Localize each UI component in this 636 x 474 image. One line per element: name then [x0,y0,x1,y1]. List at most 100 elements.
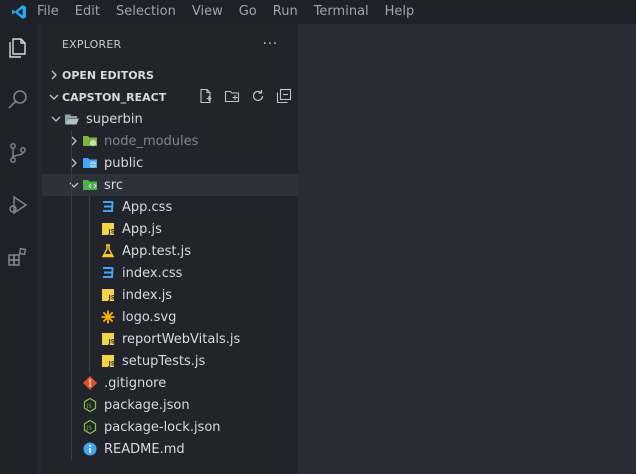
project-section[interactable]: CAPSTON_REACT [42,86,298,108]
menu-terminal[interactable]: Terminal [306,0,377,24]
tree-item-label: App.css [122,199,173,215]
indent-guide [71,240,72,262]
tree-item-label: package.json [104,397,190,413]
indent-guide [71,350,72,372]
extensions-icon[interactable] [4,243,32,271]
tree-file[interactable]: JS reportWebVitals.js [42,328,298,350]
menu-bar: File Edit Selection View Go Run Terminal Help [0,0,636,24]
css-file-icon [100,265,116,281]
run-debug-icon[interactable] [4,191,32,219]
tree-item-label: package-lock.json [104,419,221,435]
tree-folder[interactable]: src [42,174,298,196]
tree-file[interactable]: logo.svg [42,306,298,328]
indent-guide [71,372,72,394]
open-editors-label: OPEN EDITORS [62,68,154,82]
explorer-title: EXPLORER [62,37,122,51]
new-file-icon[interactable] [198,88,214,107]
info-icon [82,441,98,457]
tree-folder[interactable]: public [42,152,298,174]
vscode-logo-icon[interactable] [0,0,37,24]
svg-text:JS: JS [108,338,116,345]
menu-file[interactable]: File [37,0,67,24]
menu-run[interactable]: Run [265,0,306,24]
source-control-icon[interactable] [4,139,32,167]
npm-json-icon: JS [82,419,98,435]
menu-help[interactable]: Help [377,0,423,24]
open-editors-section[interactable]: OPEN EDITORS [42,64,298,86]
activity-bar [0,24,37,474]
tree-folder[interactable]: superbin [42,108,298,130]
chevron-down-icon [48,108,64,130]
indent-guide [89,328,90,350]
indent-guide [71,416,72,438]
indent-guide [89,350,90,372]
new-folder-icon[interactable] [224,88,240,107]
collapse-all-icon[interactable] [276,88,292,107]
js-file-icon: JS [100,331,116,347]
js-file-icon: JS [100,353,116,369]
svg-file-icon [100,309,116,325]
explorer-files-icon[interactable] [4,34,32,62]
indent-guide [71,328,72,350]
chevron-right-icon [66,130,82,152]
tree-file[interactable]: JS package-lock.json [42,416,298,438]
file-tree: superbin node_modulespublic src App.css JS Ap… [42,108,298,460]
tree-file[interactable]: JS App.js [42,218,298,240]
css-file-icon [100,199,116,215]
tree-item-label: .gitignore [104,375,167,391]
tree-item-label: node_modules [104,133,199,149]
tree-item-label: public [104,155,144,171]
tree-file[interactable]: JS setupTests.js [42,350,298,372]
indent-guide [71,262,72,284]
tree-item-label: src [104,177,123,193]
menu-view[interactable]: View [184,0,231,24]
refresh-icon[interactable] [250,88,266,107]
indent-guide [71,438,72,460]
tree-item-label: App.js [122,221,162,237]
menu-selection[interactable]: Selection [108,0,184,24]
tree-folder[interactable]: node_modules [42,130,298,152]
chevron-down-icon [46,92,62,102]
menu-edit[interactable]: Edit [67,0,108,24]
tree-item-label: superbin [86,111,143,127]
tree-item-label: App.test.js [122,243,192,259]
indent-guide [89,240,90,262]
indent-guide [71,152,72,174]
tree-file[interactable]: JS index.js [42,284,298,306]
tree-item-label: index.js [122,287,173,303]
menu-go[interactable]: Go [231,0,265,24]
tree-file[interactable]: index.css [42,262,298,284]
tree-item-label: index.css [122,265,183,281]
chevron-down-icon [66,174,82,196]
editor-area [298,24,636,474]
indent-guide [89,306,90,328]
more-actions-button[interactable]: ··· [263,37,278,52]
tree-file[interactable]: README.md [42,438,298,460]
indent-guide [71,284,72,306]
tree-file[interactable]: App.test.js [42,240,298,262]
svg-text:JS: JS [108,294,116,301]
tree-item-label: logo.svg [122,309,177,325]
tree-file[interactable]: .gitignore [42,372,298,394]
project-actions [198,86,292,108]
js-file-icon: JS [100,287,116,303]
explorer-sidebar: EXPLORER ··· OPEN EDITORS CAPSTON_REACT [42,24,298,474]
tree-file[interactable]: App.css [42,196,298,218]
svg-text:JS: JS [108,360,116,367]
js-file-icon: JS [100,221,116,237]
svg-text:JS: JS [86,403,92,409]
project-label: CAPSTON_REACT [62,90,167,104]
search-icon[interactable] [4,86,32,114]
tree-file[interactable]: JS package.json [42,394,298,416]
tree-item-label: reportWebVitals.js [122,331,241,347]
indent-guide [89,218,90,240]
public-folder-icon [82,155,98,171]
